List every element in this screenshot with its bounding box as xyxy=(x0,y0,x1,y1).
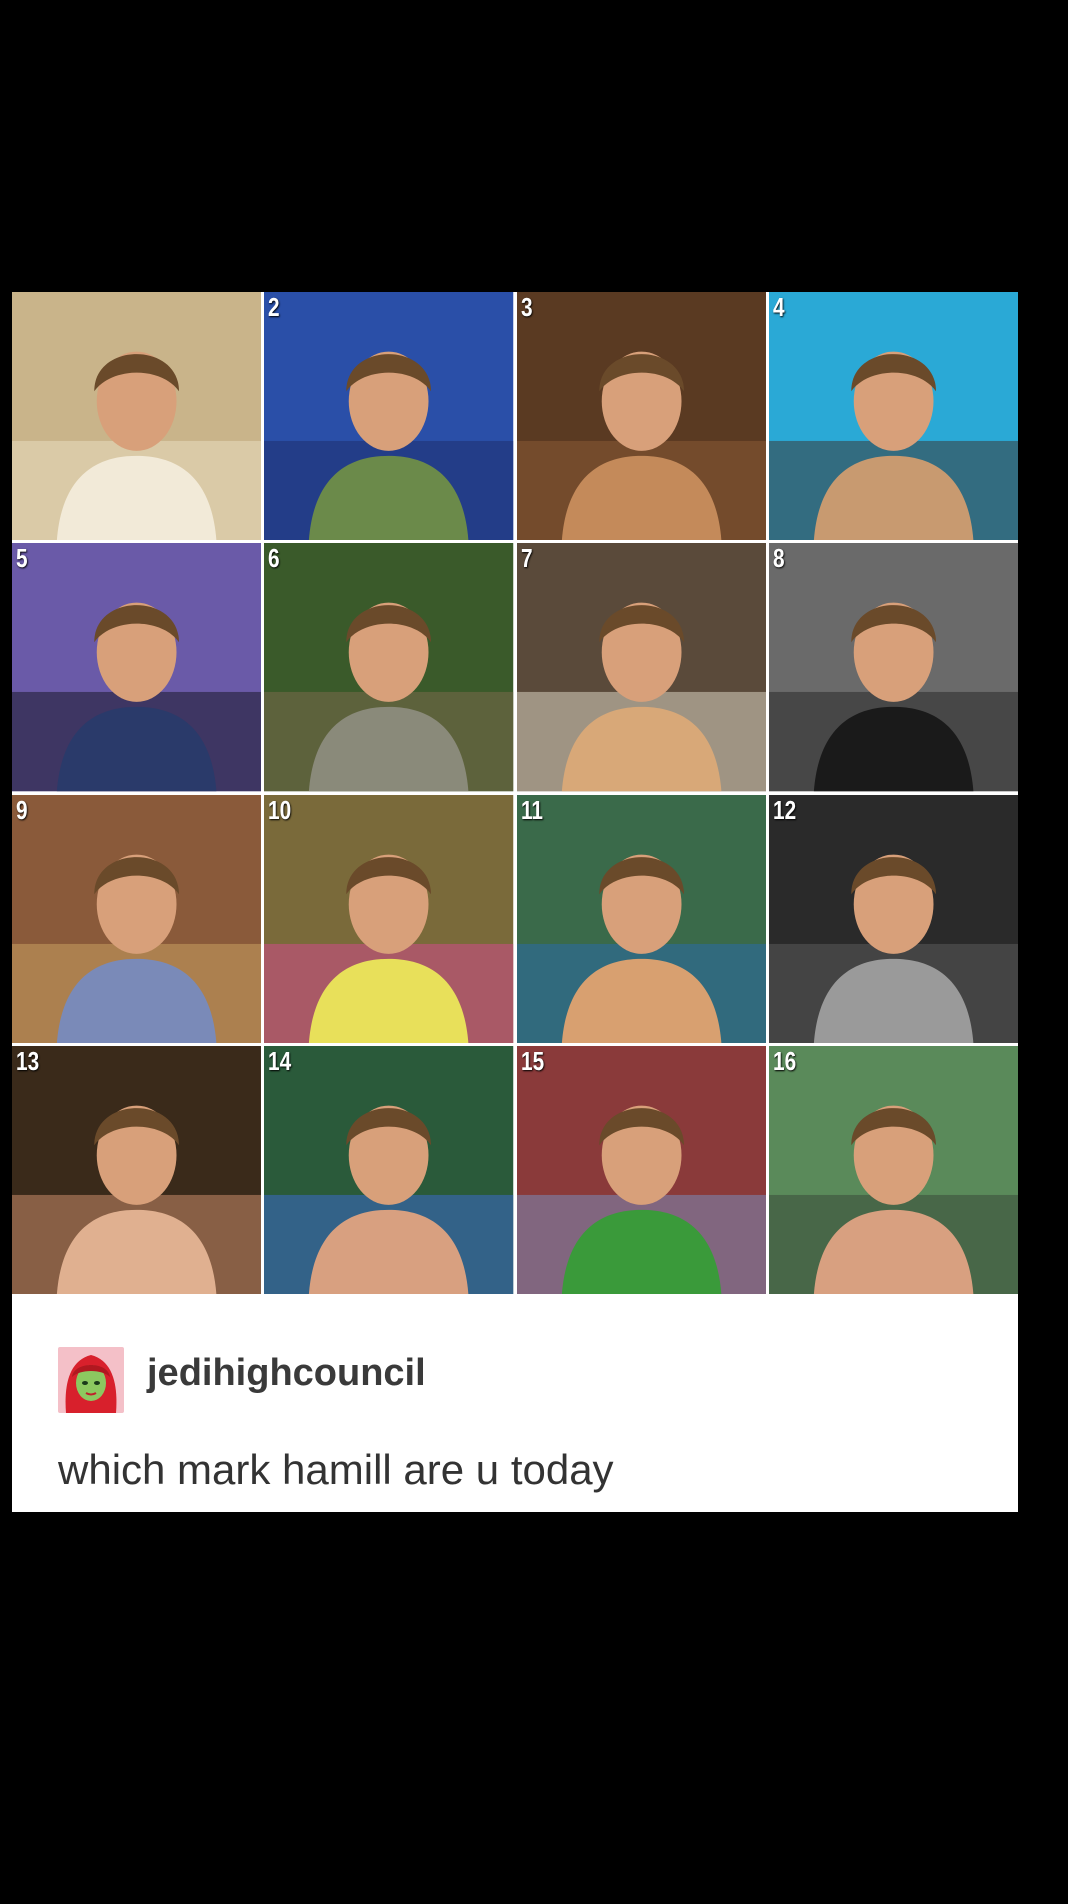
photo-number: 3 xyxy=(520,292,533,322)
grid-photo[interactable] xyxy=(12,292,262,541)
photo-number: 5 xyxy=(16,543,28,574)
grid-photo[interactable]: 11 xyxy=(516,794,766,1043)
photo-figure xyxy=(516,292,766,541)
photo-figure xyxy=(516,794,766,1043)
photo-number: 6 xyxy=(268,543,280,574)
grid-photo[interactable]: 4 xyxy=(768,292,1018,541)
grid-photo[interactable]: 8 xyxy=(768,543,1018,792)
grid-photo[interactable]: 13 xyxy=(12,1045,262,1294)
photo-figure xyxy=(264,1045,514,1294)
photo-number: 4 xyxy=(772,292,785,322)
photo-number: 13 xyxy=(16,1045,40,1076)
username-link[interactable]: jedihighcouncil xyxy=(147,1352,426,1395)
grid-photo[interactable]: 10 xyxy=(264,794,514,1043)
grid-photo[interactable]: 14 xyxy=(264,1045,514,1294)
photo-number: 8 xyxy=(772,543,785,574)
photo-figure xyxy=(12,543,262,792)
photo-number: 14 xyxy=(268,1045,292,1076)
avatar[interactable] xyxy=(58,1347,124,1413)
photo-figure xyxy=(768,292,1018,541)
photo-number: 12 xyxy=(772,794,796,825)
photo-figure xyxy=(768,1045,1018,1294)
photo-figure xyxy=(768,794,1018,1043)
avatar-icon xyxy=(58,1347,124,1413)
grid-photo[interactable]: 16 xyxy=(768,1045,1018,1294)
photo-figure xyxy=(264,543,514,792)
photo-grid: 2 3 4 5 6 7 8 9 10 11 12 13 14 15 16 xyxy=(12,292,1018,1294)
grid-photo[interactable]: 7 xyxy=(516,543,766,792)
photo-figure xyxy=(516,1045,766,1294)
photo-number: 11 xyxy=(520,794,543,825)
photo-figure xyxy=(264,794,514,1043)
photo-number: 2 xyxy=(268,292,280,322)
photo-number: 7 xyxy=(520,543,533,574)
photo-figure xyxy=(516,543,766,792)
photo-number: 10 xyxy=(268,794,292,825)
photo-figure xyxy=(264,292,514,541)
post-card: 2 3 4 5 6 7 8 9 10 11 12 13 14 15 16 jed… xyxy=(12,292,1018,1512)
screen: 2 3 4 5 6 7 8 9 10 11 12 13 14 15 16 jed… xyxy=(0,0,1068,1904)
photo-figure xyxy=(12,292,262,541)
grid-photo[interactable]: 2 xyxy=(264,292,514,541)
grid-photo[interactable]: 5 xyxy=(12,543,262,792)
photo-number: 9 xyxy=(16,794,28,825)
grid-photo[interactable]: 12 xyxy=(768,794,1018,1043)
photo-number: 16 xyxy=(772,1045,796,1076)
grid-photo[interactable]: 3 xyxy=(516,292,766,541)
post-text: which mark hamill are u today xyxy=(58,1446,614,1493)
photo-figure xyxy=(768,543,1018,792)
photo-figure xyxy=(12,794,262,1043)
photo-figure xyxy=(12,1045,262,1294)
grid-photo[interactable]: 15 xyxy=(516,1045,766,1294)
grid-photo[interactable]: 6 xyxy=(264,543,514,792)
photo-number: 15 xyxy=(520,1045,544,1076)
grid-photo[interactable]: 9 xyxy=(12,794,262,1043)
post-caption: jedihighcouncil which mark hamill are u … xyxy=(12,1294,1018,1512)
